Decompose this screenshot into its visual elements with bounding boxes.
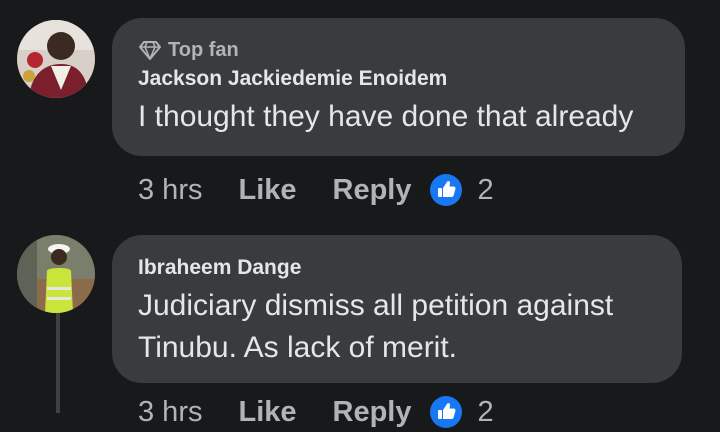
reply-thread-line [56,313,60,413]
avatar[interactable] [17,235,95,313]
comment-bubble: Ibraheem Dange Judiciary dismiss all pet… [112,235,682,383]
timestamp[interactable]: 3 hrs [138,174,202,207]
comment-text: Judiciary dismiss all petition against T… [138,289,614,364]
like-button[interactable]: Like [238,396,296,429]
comment-text: I thought they have done that already [138,100,634,133]
timestamp[interactable]: 3 hrs [138,396,202,429]
like-button[interactable]: Like [238,174,296,207]
badge-label: Top fan [168,38,239,61]
reaction-count[interactable]: 2 [478,396,494,429]
avatar[interactable] [17,20,95,98]
reply-button[interactable]: Reply [333,396,412,429]
top-fan-badge: Top fan [138,38,659,62]
reaction-count[interactable]: 2 [478,174,494,207]
reply-button[interactable]: Reply [333,174,412,207]
thumbs-up-icon[interactable] [429,174,462,206]
thumbs-up-icon[interactable] [429,396,462,428]
author-name[interactable]: Jackson Jackiedemie Enoidem [138,66,659,92]
comment-actions: 3 hrs Like Reply 2 [138,170,494,210]
diamond-icon [139,41,161,60]
comment-bubble: Top fan Jackson Jackiedemie Enoidem I th… [112,18,685,156]
author-name[interactable]: Ibraheem Dange [138,255,656,281]
comment-actions: 3 hrs Like Reply 2 [138,392,494,432]
